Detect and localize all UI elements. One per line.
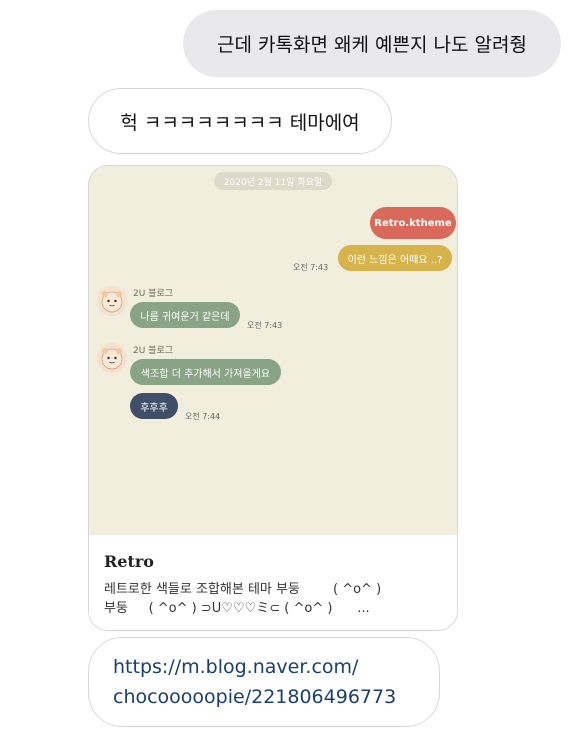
caption-description: 레트로한 색들로 조합해본 테마 부둥 ( ^o^ ) 부둥 ( ^o^ ) ⊃… <box>104 580 449 618</box>
link-caption: Retro 레트로한 색들로 조합해본 테마 부둥 ( ^o^ ) 부둥 ( ^… <box>89 535 457 630</box>
sent-time: 오전 7:43 <box>293 263 329 272</box>
received-time-1: 오전 7:43 <box>247 321 283 330</box>
link-url-line-1[interactable]: https://m.blog.naver.com/ <box>113 652 439 682</box>
sent-bubble-theme: Retro.ktheme <box>370 207 456 239</box>
received-bubble-2: 색조합 더 추가해서 가져올게요 <box>130 359 281 385</box>
received-bubble-1: 나름 귀여운거 같은데 <box>130 302 240 328</box>
sent-bubble-question: 이런 느낌은 어때요 ..? <box>338 245 452 271</box>
avatar <box>97 286 127 316</box>
avatar <box>97 343 127 373</box>
sender-name: 2U 블로그 <box>133 346 174 356</box>
received-bubble-3: 후후후 <box>130 393 178 419</box>
caption-line-1: 레트로한 색들로 조합해본 테마 부둥 ( ^o^ ) <box>104 582 382 597</box>
link-message[interactable]: https://m.blog.naver.com/ chocooooopie/2… <box>88 637 440 727</box>
received-time-3: 오전 7:44 <box>185 412 221 421</box>
sender-name: 2U 블로그 <box>133 289 174 299</box>
caption-line-2: 부둥 ( ^o^ ) ⊃U♡♡♡ミ⊂ ( ^o^ ) ... <box>104 601 370 616</box>
incoming-message-text: 헉 ㅋㅋㅋㅋㅋㅋㅋㅋ 테마에여 <box>120 111 360 134</box>
outgoing-message[interactable]: 근데 카톡화면 왜케 예쁜지 나도 알려줭 <box>183 10 561 77</box>
date-divider: 2020년 2월 11일 화요일 <box>214 172 332 190</box>
link-url-line-2[interactable]: chocooooopie/221806496773 <box>113 682 439 712</box>
preview-image: 2020년 2월 11일 화요일 Retro.ktheme 이런 느낌은 어때요… <box>89 166 457 535</box>
incoming-message[interactable]: 헉 ㅋㅋㅋㅋㅋㅋㅋㅋ 테마에여 <box>88 88 392 154</box>
link-preview-card[interactable]: 2020년 2월 11일 화요일 Retro.ktheme 이런 느낌은 어때요… <box>88 165 458 631</box>
outgoing-message-text: 근데 카톡화면 왜케 예쁜지 나도 알려줭 <box>217 34 527 56</box>
caption-title: Retro <box>104 552 154 571</box>
